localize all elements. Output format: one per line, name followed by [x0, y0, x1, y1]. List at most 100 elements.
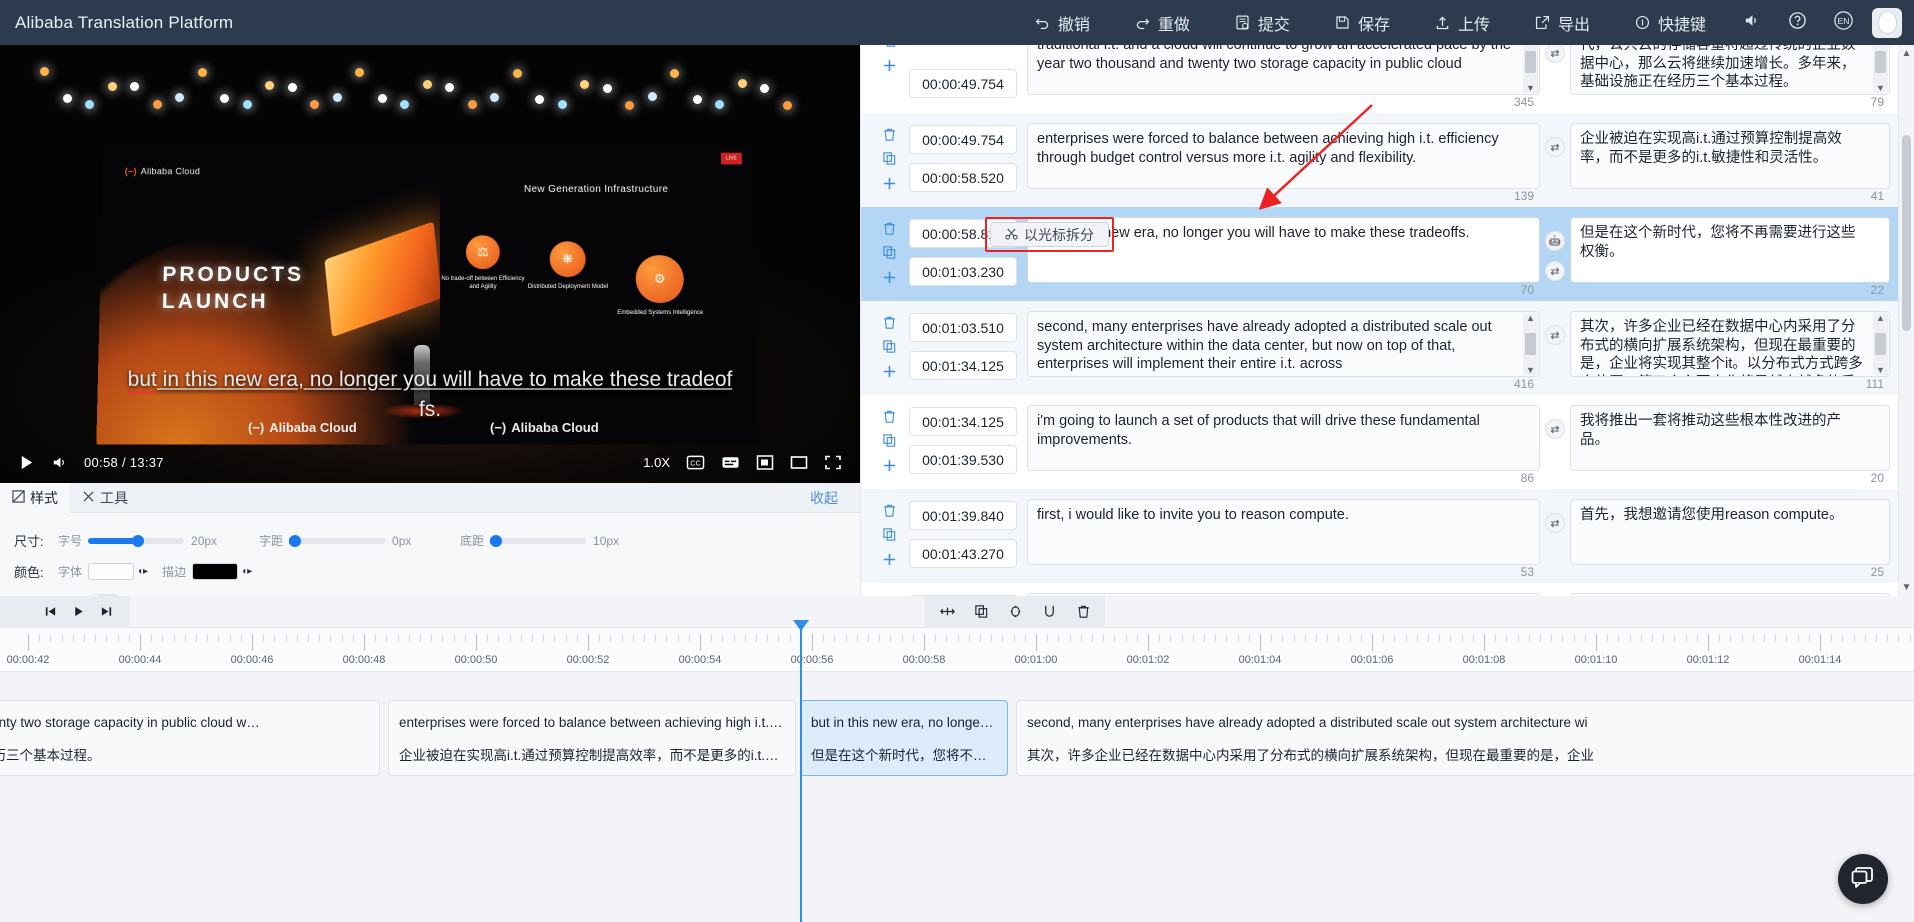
copy-icon[interactable]: [969, 600, 993, 624]
split-at-cursor-button[interactable]: 以光标拆分: [990, 222, 1109, 247]
bottom-margin-knob[interactable]: [490, 534, 503, 547]
help-button[interactable]: [1774, 0, 1820, 45]
source-scroll-up-icon[interactable]: ▲: [1526, 313, 1535, 323]
add-row-icon[interactable]: [881, 551, 898, 568]
chat-support-button[interactable]: [1838, 854, 1888, 904]
language-button[interactable]: EN: [1820, 0, 1866, 45]
font-color-swatch[interactable]: [88, 563, 135, 580]
add-row-icon[interactable]: [881, 363, 898, 380]
playback-speed-button[interactable]: 1.0X: [643, 455, 670, 470]
swap-text-icon[interactable]: ⇄: [1545, 261, 1565, 281]
subtitle-row[interactable]: 00:01:34.125 00:01:39.530 i'm going to lau…: [861, 395, 1898, 489]
timeline-ruler[interactable]: 00:00:42 00:00:44 00:00:46 00:00:48 00:00:50…: [0, 628, 1914, 672]
end-time-field[interactable]: 00:01:43.270: [909, 539, 1017, 568]
subtitle-row[interactable]: 00:01:03.510 00:01:34.125 second, many ent…: [861, 301, 1898, 395]
add-row-icon[interactable]: [881, 457, 898, 474]
timeline-clip[interactable]: enterprises were forced to balance betwe…: [388, 700, 796, 776]
end-time-field[interactable]: 00:00:49.754: [909, 69, 1017, 98]
subtitle-row[interactable]: 00:01:39.840 00:01:43.270 first, i would l…: [861, 489, 1898, 583]
source-scroll-thumb[interactable]: [1525, 333, 1536, 355]
source-text-input[interactable]: first, i would like to invite you to rea…: [1027, 499, 1540, 565]
delete-icon[interactable]: [1071, 600, 1095, 624]
swap-text-icon[interactable]: ⇄: [1545, 45, 1565, 63]
target-text-input[interactable]: 其次，许多企业已经在数据中心内采用了分布式的横向扩展系统架构，但现在最重要的是，…: [1570, 311, 1890, 377]
timeline-clip[interactable]: wo thousand and twenty two storage capac…: [0, 700, 380, 776]
redo-button[interactable]: 重做: [1112, 0, 1212, 45]
swap-text-icon[interactable]: ⇄: [1545, 419, 1565, 439]
timeline-clip[interactable]: second, many enterprises have already ad…: [1016, 700, 1914, 776]
font-size-slider[interactable]: [88, 534, 185, 547]
timeline-track[interactable]: wo thousand and twenty two storage capac…: [0, 700, 1914, 780]
play-button[interactable]: [18, 454, 35, 471]
shortcuts-button[interactable]: 快捷键: [1612, 0, 1728, 45]
stroke-color-swatch[interactable]: [192, 563, 239, 580]
subtitle-scrollbar[interactable]: ▲ ▼: [1898, 45, 1914, 596]
save-button[interactable]: 保存: [1312, 0, 1412, 45]
target-scroll-down-icon[interactable]: ▼: [1876, 365, 1885, 375]
delete-row-icon[interactable]: [882, 127, 897, 142]
submit-button[interactable]: 提交: [1212, 0, 1312, 45]
target-scroll-up-icon[interactable]: ▲: [1876, 313, 1885, 323]
start-time-field[interactable]: 00:01:39.840: [909, 501, 1017, 530]
source-text-input[interactable]: second, many enterprises have already ad…: [1027, 311, 1540, 377]
font-size-knob[interactable]: [132, 534, 145, 547]
add-row-icon[interactable]: [881, 57, 898, 74]
stroke-color-dropdown-icon[interactable]: ◖▸: [241, 566, 252, 577]
swap-text-icon[interactable]: ⇄: [1545, 137, 1565, 157]
ai-translate-icon[interactable]: 🤖: [1545, 231, 1565, 251]
target-text-input[interactable]: 企业被迫在实现高i.t.通过预算控制提高效率，而不是更多的i.t.敏捷性和灵活性…: [1570, 123, 1890, 189]
subtitle-settings-icon[interactable]: [721, 454, 740, 471]
font-color-dropdown-icon[interactable]: ◖▸: [137, 566, 148, 577]
collapse-link[interactable]: 收起: [810, 488, 838, 508]
playhead[interactable]: [793, 620, 809, 922]
target-scroll-thumb[interactable]: [1875, 333, 1886, 355]
source-scroll-thumb[interactable]: [1525, 51, 1536, 73]
scrollbar-thumb[interactable]: [1902, 135, 1911, 331]
subtitle-row[interactable]: 00:00:49.754 00:00:58.520 enterprises were…: [861, 113, 1898, 207]
letter-spacing-slider[interactable]: [289, 534, 386, 547]
duplicate-row-icon[interactable]: [882, 339, 897, 354]
end-time-field[interactable]: 00:01:03.230: [909, 257, 1017, 286]
cc-icon[interactable]: CC: [686, 454, 705, 471]
undo-button[interactable]: 撤销: [1012, 0, 1112, 45]
add-row-icon[interactable]: [881, 175, 898, 192]
avatar[interactable]: [1872, 7, 1902, 38]
subtitle-row[interactable]: 00:01:43.750we see a shift in public clo…: [861, 583, 1898, 596]
skip-start-icon[interactable]: [38, 600, 62, 624]
start-time-field[interactable]: 00:01:03.510: [909, 313, 1017, 342]
target-text-input[interactable]: 首先，我想邀请您使用reason compute。: [1570, 499, 1890, 565]
source-scroll-down-icon[interactable]: ▼: [1526, 83, 1535, 93]
video-player[interactable]: (−) Alibaba Cloud PRODUCTS LAUNCH New Ge…: [0, 45, 860, 483]
delete-row-icon[interactable]: [882, 503, 897, 518]
swap-text-icon[interactable]: ⇄: [1545, 325, 1565, 345]
scroll-down-icon[interactable]: ▼: [1902, 579, 1912, 596]
tab-tools[interactable]: 工具: [70, 483, 140, 513]
duplicate-row-icon[interactable]: [882, 151, 897, 166]
end-time-field[interactable]: 00:01:34.125: [909, 351, 1017, 380]
source-text-scrollbar[interactable]: ▲▼: [1523, 45, 1538, 93]
delete-row-icon[interactable]: [882, 409, 897, 424]
target-scroll-thumb[interactable]: [1875, 51, 1886, 73]
duplicate-row-icon[interactable]: [882, 45, 897, 48]
target-scroll-down-icon[interactable]: ▼: [1876, 83, 1885, 93]
source-scroll-down-icon[interactable]: ▼: [1526, 365, 1535, 375]
add-row-icon[interactable]: [881, 269, 898, 286]
start-time-field[interactable]: 00:01:34.125: [909, 407, 1017, 436]
source-text-scrollbar[interactable]: ▲▼: [1523, 313, 1538, 375]
end-time-field[interactable]: 00:01:39.530: [909, 445, 1017, 474]
target-text-input[interactable]: 但是在这个新时代，您将不再需要进行这些权衡。: [1570, 217, 1890, 283]
target-text-scrollbar[interactable]: ▲▼: [1873, 45, 1888, 93]
letter-spacing-knob[interactable]: [289, 534, 302, 547]
fullscreen-icon[interactable]: [824, 454, 842, 471]
delete-row-icon[interactable]: [882, 315, 897, 330]
duplicate-row-icon[interactable]: [882, 433, 897, 448]
target-text-scrollbar[interactable]: ▲▼: [1873, 313, 1888, 375]
export-button[interactable]: 导出: [1512, 0, 1612, 45]
upload-button[interactable]: 上传: [1412, 0, 1512, 45]
volume-button[interactable]: [51, 454, 68, 471]
theater-icon[interactable]: [790, 454, 808, 471]
source-text-input[interactable]: enterprises were forced to balance betwe…: [1027, 123, 1540, 189]
start-time-field[interactable]: 00:00:49.754: [909, 125, 1017, 154]
source-text-input[interactable]: i'm going to launch a set of products th…: [1027, 405, 1540, 471]
merge-icon[interactable]: [1037, 600, 1061, 624]
